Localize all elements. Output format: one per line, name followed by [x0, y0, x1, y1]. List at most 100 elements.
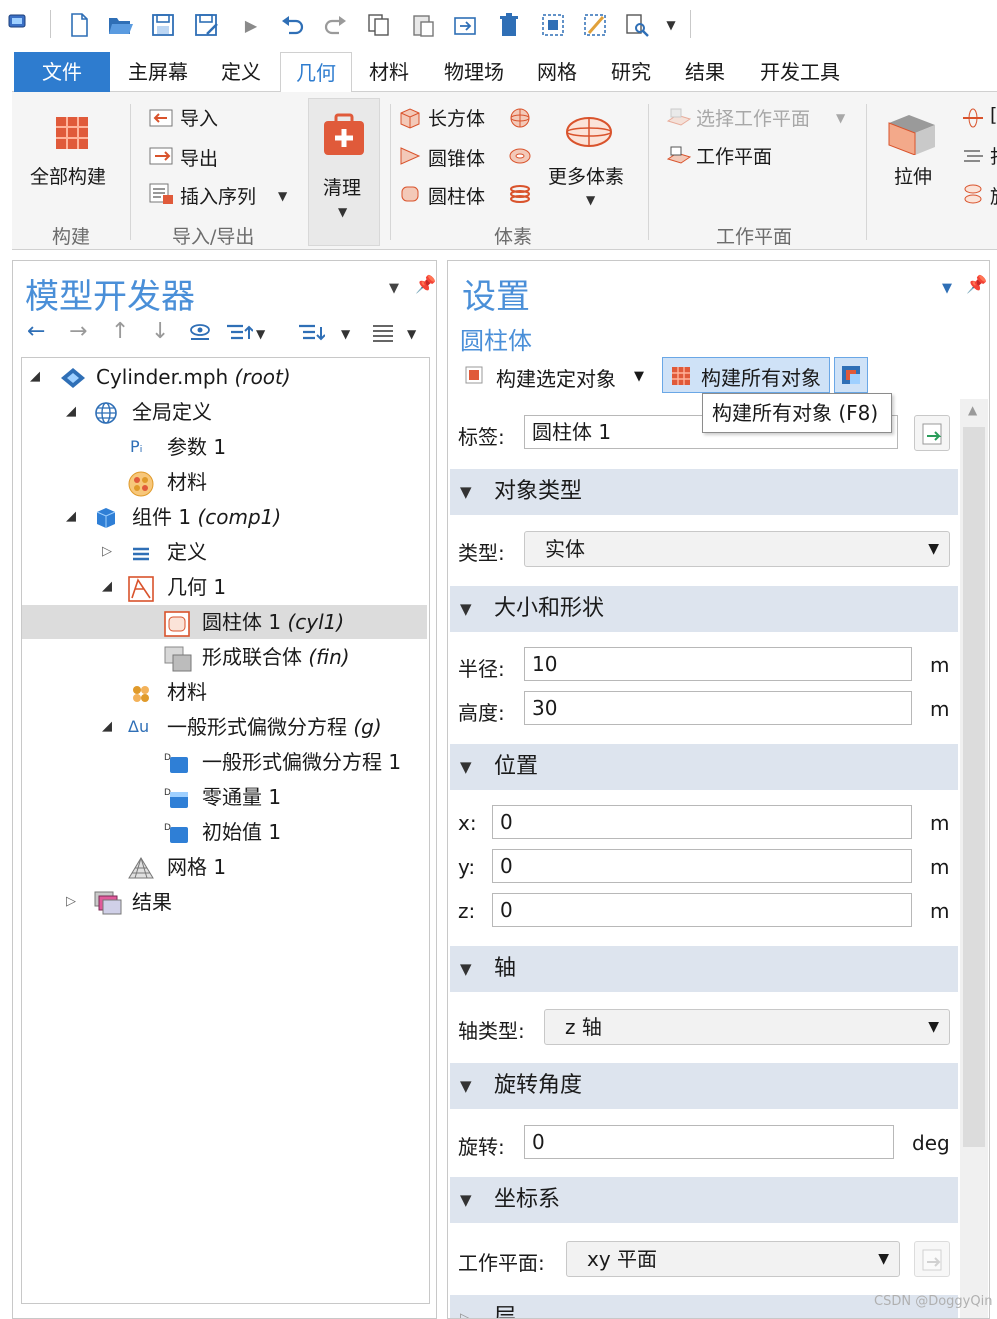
radius-input[interactable]: 10	[524, 647, 912, 681]
select-work-plane-dropdown-icon[interactable]: ▼	[836, 111, 845, 125]
expander-icon[interactable]: ◢	[102, 710, 112, 744]
pin-icon[interactable]: 📌	[415, 275, 436, 295]
tab-physics[interactable]: 物理场	[432, 52, 516, 92]
paste-icon[interactable]	[410, 12, 436, 38]
insert-sequence-dropdown-icon[interactable]: ▼	[278, 189, 287, 203]
new-file-icon[interactable]	[66, 12, 92, 38]
tree-item-geometry[interactable]: ◢ 几何 1	[22, 570, 427, 604]
y-input[interactable]: 0	[492, 849, 912, 883]
helix-icon[interactable]	[508, 182, 532, 206]
z-input[interactable]: 0	[492, 893, 912, 927]
edit-label-button[interactable]	[914, 415, 950, 451]
select-work-plane-button[interactable]: 选择工作平面	[696, 104, 810, 131]
delete-icon[interactable]	[496, 12, 522, 38]
tab-home[interactable]: 主屏幕	[116, 52, 200, 92]
cut-off-label-2[interactable]: 扫	[990, 142, 997, 169]
tree-item-definitions[interactable]: ▷ 定义	[22, 535, 427, 569]
more-primitives-button[interactable]: 更多体素	[548, 162, 624, 189]
tree-item-global-definitions[interactable]: ◢ 全局定义	[22, 395, 427, 429]
section-position[interactable]: ▼ 位置	[450, 744, 958, 790]
expander-icon[interactable]: ◢	[102, 570, 112, 604]
work-plane-select[interactable]: xy 平面 ▼	[566, 1241, 900, 1277]
panel-menu-icon[interactable]: ▼	[942, 281, 952, 296]
collapse-all-dropdown-icon[interactable]: ▼	[256, 327, 265, 341]
build-all-icon[interactable]	[52, 112, 92, 152]
panel-menu-icon[interactable]: ▼	[389, 281, 399, 296]
build-all-button[interactable]: 全部构建	[30, 162, 106, 189]
run-icon[interactable]: ▶	[238, 12, 264, 38]
cylinder-button[interactable]: 圆柱体	[428, 182, 485, 209]
tree-item-global-materials[interactable]: 材料	[22, 465, 427, 499]
expander-icon[interactable]: ◢	[66, 500, 76, 534]
tree-item-parameters[interactable]: Pᵢ 参数 1	[22, 430, 427, 464]
section-axis[interactable]: ▼ 轴	[450, 946, 958, 992]
tab-mesh[interactable]: 网格	[528, 52, 586, 92]
move-up-icon[interactable]: ↑	[111, 319, 129, 344]
extrude-button[interactable]: 拉伸	[894, 162, 932, 189]
cut-off-label-3[interactable]: 旋	[990, 182, 997, 209]
scroll-up-icon[interactable]: ▲	[968, 403, 977, 417]
deselect-icon[interactable]	[582, 12, 608, 38]
tree-item-zero-flux[interactable]: D 零通量 1	[22, 780, 427, 814]
work-plane-goto-button[interactable]	[914, 1241, 950, 1277]
section-object-type[interactable]: ▼ 对象类型	[450, 469, 958, 515]
tab-definitions[interactable]: 定义	[212, 52, 270, 92]
tree-item-component[interactable]: ◢ 组件 1 (comp1)	[22, 500, 427, 534]
cleanup-dropdown-icon[interactable]: ▼	[338, 205, 347, 219]
tab-study[interactable]: 研究	[602, 52, 660, 92]
export-button[interactable]: 导出	[180, 144, 218, 171]
cleanup-button[interactable]: 清理 ▼	[308, 98, 380, 246]
tree-item-form-union[interactable]: 形成联合体 (fin)	[22, 640, 427, 674]
expander-icon[interactable]: ◢	[30, 360, 40, 394]
tab-geometry[interactable]: 几何	[280, 52, 352, 93]
section-size-shape[interactable]: ▼ 大小和形状	[450, 586, 958, 632]
list-view-icon[interactable]	[371, 323, 395, 347]
sphere-icon[interactable]	[508, 106, 532, 130]
cut-off-label-1[interactable]: [	[990, 104, 997, 126]
expander-icon[interactable]: ▷	[102, 535, 112, 569]
save-icon[interactable]	[150, 12, 176, 38]
section-rotation[interactable]: ▼ 旋转角度	[450, 1063, 958, 1109]
build-all-objects-button[interactable]: 构建所有对象	[662, 357, 830, 393]
show-icon[interactable]	[189, 323, 211, 347]
find-icon[interactable]	[624, 12, 650, 38]
forward-arrow-icon[interactable]: →	[69, 319, 87, 344]
tree-item-general-pde-1[interactable]: D 一般形式偏微分方程 1	[22, 745, 427, 779]
torus-icon[interactable]	[508, 144, 532, 168]
expand-all-dropdown-icon[interactable]: ▼	[341, 327, 350, 341]
tree-item-mesh[interactable]: 网格 1	[22, 850, 427, 884]
tab-results[interactable]: 结果	[676, 52, 734, 92]
section-coordinate-system[interactable]: ▼ 坐标系	[450, 1177, 958, 1223]
work-plane-button[interactable]: 工作平面	[696, 142, 772, 169]
back-arrow-icon[interactable]: ←	[27, 319, 45, 344]
move-down-icon[interactable]: ↓	[151, 319, 169, 344]
collapse-all-icon[interactable]	[225, 323, 254, 347]
undo-icon[interactable]	[280, 12, 306, 38]
expander-icon[interactable]: ◢	[66, 395, 76, 429]
tree-item-initial-values[interactable]: D 初始值 1	[22, 815, 427, 849]
tab-materials[interactable]: 材料	[360, 52, 418, 92]
select-all-icon[interactable]	[540, 12, 566, 38]
tree-item-cylinder[interactable]: 圆柱体 1 (cyl1)	[22, 605, 427, 639]
tab-developer[interactable]: 开发工具	[748, 52, 852, 92]
copy-icon[interactable]	[366, 12, 392, 38]
build-selected-button[interactable]: 构建选定对象	[496, 363, 616, 392]
insert-sequence-button[interactable]: 插入序列	[180, 182, 256, 209]
tree-item-materials[interactable]: 材料	[22, 675, 427, 709]
block-button[interactable]: 长方体	[428, 104, 485, 131]
more-primitives-dropdown-icon[interactable]: ▼	[586, 193, 595, 207]
tab-file[interactable]: 文件	[14, 52, 110, 92]
duplicate-icon[interactable]	[452, 12, 478, 38]
cone-button[interactable]: 圆锥体	[428, 144, 485, 171]
pin-icon[interactable]: 📌	[966, 275, 987, 295]
scrollbar[interactable]: ▲	[960, 399, 988, 1318]
tree-item-root[interactable]: ◢ Cylinder.mph (root)	[22, 360, 427, 394]
height-input[interactable]: 30	[524, 691, 912, 725]
build-selected-dropdown-icon[interactable]: ▼	[634, 369, 644, 384]
build-preview-button[interactable]	[834, 357, 868, 393]
app-icon[interactable]	[4, 8, 30, 34]
redo-icon[interactable]	[322, 12, 348, 38]
import-button[interactable]: 导入	[180, 104, 218, 131]
tree-item-general-pde[interactable]: ◢ Δu 一般形式偏微分方程 (g)	[22, 710, 427, 744]
expander-icon[interactable]: ▷	[66, 885, 76, 919]
